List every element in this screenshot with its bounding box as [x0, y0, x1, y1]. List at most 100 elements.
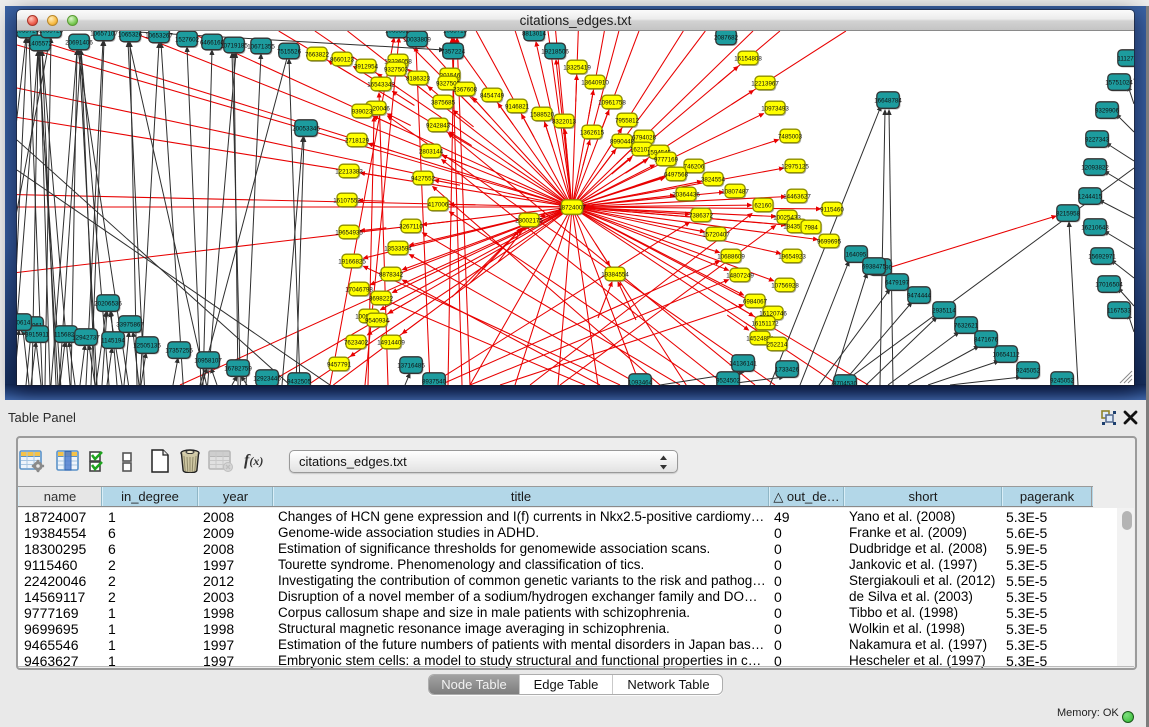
svg-text:1145194: 1145194 [101, 337, 125, 344]
svg-text:10719185: 10719185 [220, 42, 248, 49]
svg-text:9524502: 9524502 [716, 377, 741, 384]
svg-text:10654112: 10654112 [992, 351, 1020, 358]
svg-text:3875685: 3875685 [431, 99, 456, 106]
svg-text:9146821: 9146821 [505, 103, 530, 110]
svg-text:939023: 939023 [352, 108, 373, 115]
svg-text:16543342: 16543342 [367, 81, 395, 88]
svg-text:19384554: 19384554 [601, 271, 629, 278]
svg-text:9457791: 9457791 [327, 361, 352, 368]
svg-text:2803144: 2803144 [419, 148, 444, 155]
svg-text:15720407: 15720407 [702, 231, 730, 238]
svg-text:10653267: 10653267 [145, 32, 173, 39]
svg-text:15692971: 15692971 [1088, 253, 1116, 260]
svg-text:14136141: 14136141 [729, 360, 757, 367]
svg-text:10958107: 10958107 [194, 357, 222, 364]
svg-text:10973493: 10973493 [761, 105, 789, 112]
svg-text:16154808: 16154808 [734, 55, 762, 62]
svg-text:1065326: 1065326 [118, 31, 143, 38]
svg-text:7984: 7984 [804, 224, 818, 231]
svg-text:12975125: 12975125 [781, 163, 809, 170]
svg-text:8813014: 8813014 [522, 31, 547, 37]
svg-text:2367608: 2367608 [453, 86, 478, 93]
svg-text:7386372: 7386372 [689, 212, 714, 219]
svg-text:2055724: 2055724 [17, 31, 40, 34]
svg-text:3912954: 3912954 [354, 63, 379, 70]
svg-text:9699695: 9699695 [817, 238, 842, 245]
svg-text:7663822: 7663822 [305, 51, 330, 58]
svg-text:6984067: 6984067 [743, 298, 768, 305]
svg-text:8937540: 8937540 [422, 378, 447, 385]
svg-text:16151172: 16151172 [751, 320, 779, 327]
svg-text:9329906: 9329906 [1095, 107, 1120, 114]
svg-text:19654923: 19654923 [778, 253, 806, 260]
svg-text:6794028: 6794028 [632, 134, 657, 141]
svg-text:7623402: 7623402 [344, 339, 369, 346]
svg-text:3824554: 3824554 [701, 176, 726, 183]
svg-text:9432505: 9432505 [287, 378, 312, 385]
svg-text:10033809: 10033809 [403, 36, 431, 43]
svg-text:9540934: 9540934 [365, 317, 390, 324]
svg-text:7515526: 7515526 [277, 48, 302, 55]
svg-text:9327503: 9327503 [384, 66, 409, 73]
svg-text:19166825: 19166825 [338, 258, 366, 265]
svg-text:14914409: 14914409 [377, 339, 405, 346]
svg-text:1733426: 1733426 [775, 366, 800, 373]
svg-text:13325419: 13325419 [563, 64, 591, 71]
svg-text:252214: 252214 [767, 341, 788, 348]
svg-text:14463627: 14463627 [783, 193, 811, 200]
svg-text:1167533: 1167533 [1107, 307, 1131, 314]
svg-text:16648784: 16648784 [874, 97, 902, 104]
svg-text:10807487: 10807487 [721, 188, 749, 195]
svg-text:9777169: 9777169 [654, 156, 679, 163]
svg-text:8454749: 8454749 [480, 92, 505, 99]
svg-text:23002175: 23002175 [515, 217, 543, 224]
svg-text:33975867: 33975867 [116, 321, 144, 328]
svg-text:8471676: 8471676 [974, 336, 999, 343]
svg-text:9245052: 9245052 [1050, 377, 1075, 384]
svg-text:6479197: 6479197 [885, 279, 910, 286]
svg-text:3915911: 3915911 [25, 331, 49, 338]
svg-text:7485003: 7485003 [778, 133, 803, 140]
svg-text:10657107: 10657107 [90, 31, 118, 37]
svg-text:16782759: 16782759 [224, 365, 252, 372]
svg-text:8215958: 8215958 [1056, 210, 1081, 217]
svg-text:62160: 62160 [754, 202, 772, 209]
svg-text:16210643: 16210643 [1081, 224, 1109, 231]
svg-text:3267110: 3267110 [399, 223, 423, 230]
svg-text:1362615: 1362615 [580, 129, 605, 136]
svg-text:9474444: 9474444 [907, 292, 932, 299]
svg-text:1527602: 1527602 [175, 36, 200, 43]
svg-text:8186323: 8186323 [406, 75, 431, 82]
svg-text:13640910: 13640910 [581, 79, 609, 86]
svg-text:10961758: 10961758 [598, 99, 626, 106]
svg-text:19218506: 19218506 [541, 48, 569, 55]
svg-text:2087682: 2087682 [714, 34, 739, 41]
svg-text:7955812: 7955812 [615, 117, 640, 124]
svg-text:6497568: 6497568 [664, 171, 689, 178]
svg-text:19654935: 19654935 [335, 229, 363, 236]
svg-text:20364436: 20364436 [672, 191, 700, 198]
svg-text:1093464: 1093464 [628, 379, 653, 385]
svg-text:9227343: 9227343 [1085, 136, 1110, 143]
svg-text:16107552: 16107552 [333, 197, 361, 204]
svg-text:20691406: 20691406 [65, 39, 93, 46]
svg-text:1588520: 1588520 [530, 111, 555, 118]
svg-text:9115460: 9115460 [820, 206, 844, 213]
svg-text:8660123: 8660123 [330, 56, 355, 63]
svg-text:18724007: 18724007 [558, 204, 586, 211]
svg-text:10756928: 10756928 [771, 282, 799, 289]
svg-text:13716485: 13716485 [397, 362, 425, 369]
svg-text:9245052: 9245052 [1016, 367, 1041, 374]
svg-text:1065332: 1065332 [385, 31, 410, 34]
svg-text:8704530: 8704530 [833, 380, 858, 385]
svg-text:417006: 417006 [428, 201, 449, 208]
svg-text:10688609: 10688609 [717, 253, 745, 260]
svg-text:12093822: 12093822 [1081, 164, 1109, 171]
svg-text:12213383: 12213383 [335, 168, 363, 175]
svg-text:1112741: 1112741 [1117, 55, 1134, 62]
svg-text:12505135: 12505135 [133, 342, 161, 349]
svg-text:8322013: 8322013 [552, 118, 577, 125]
svg-text:15751024: 15751024 [1105, 79, 1133, 86]
svg-text:2718129: 2718129 [345, 137, 370, 144]
svg-text:9242843: 9242843 [426, 122, 451, 129]
